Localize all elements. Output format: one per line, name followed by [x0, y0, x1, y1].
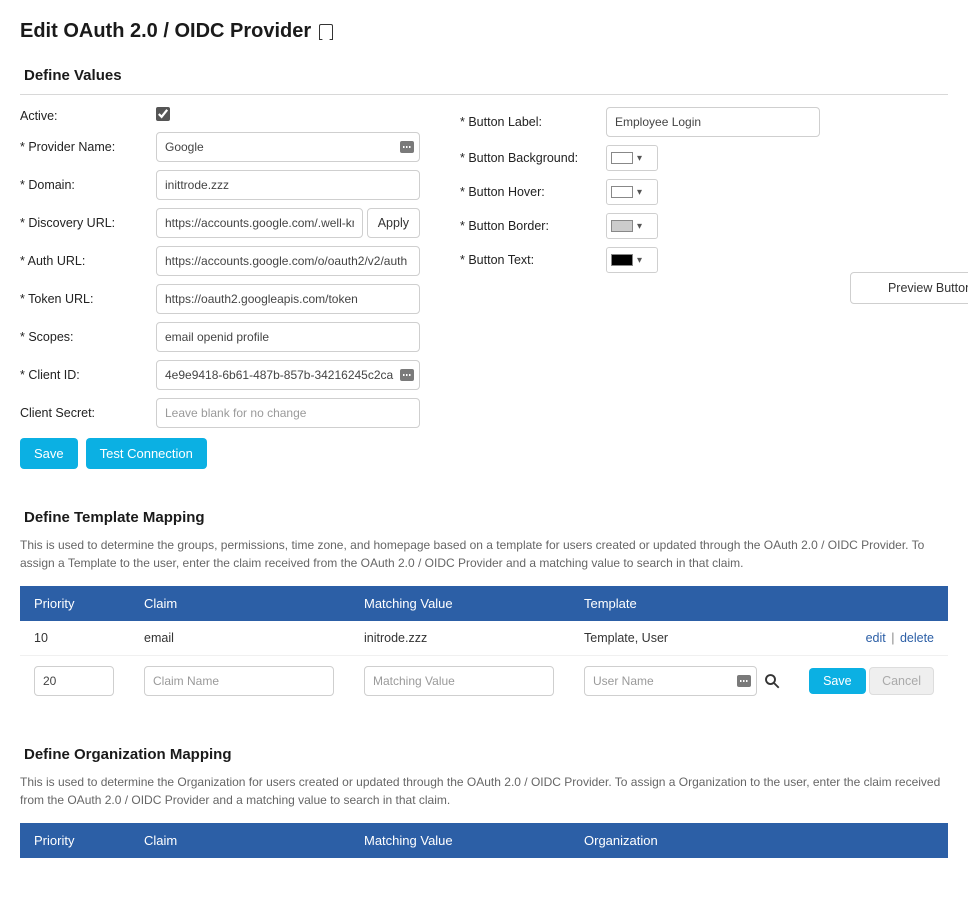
auth-url-label: * Auth URL:: [20, 254, 156, 268]
active-label: Active:: [20, 109, 156, 123]
define-values-section: Define Values Active: * Provider Name: *…: [20, 67, 948, 469]
client-id-input[interactable]: [156, 360, 420, 390]
new-priority-input[interactable]: [34, 666, 114, 696]
preview-button[interactable]: Preview Button: [850, 272, 968, 304]
row-cancel-button[interactable]: Cancel: [869, 667, 934, 695]
new-claim-input[interactable]: [144, 666, 334, 696]
keyboard-icon: [400, 141, 414, 153]
button-background-select[interactable]: ▾: [606, 145, 658, 171]
scopes-label: * Scopes:: [20, 330, 156, 344]
button-background-label: * Button Background:: [460, 151, 606, 165]
button-border-select[interactable]: ▾: [606, 213, 658, 239]
template-mapping-table: Priority Claim Matching Value Template 1…: [20, 586, 948, 706]
chevron-down-icon: ▾: [637, 153, 642, 164]
provider-name-label: * Provider Name:: [20, 140, 156, 154]
row-save-button[interactable]: Save: [809, 668, 866, 694]
color-swatch-icon: [611, 220, 633, 232]
delete-link[interactable]: delete: [900, 631, 934, 645]
discovery-url-input[interactable]: [156, 208, 363, 238]
th-matching-value: Matching Value: [350, 586, 570, 621]
token-url-input[interactable]: [156, 284, 420, 314]
template-mapping-section: Define Template Mapping This is used to …: [20, 509, 948, 706]
new-template-input[interactable]: [584, 666, 757, 696]
th-template: Template: [570, 586, 795, 621]
cell-matching-value: initrode.zzz: [350, 621, 570, 656]
button-text-select[interactable]: ▾: [606, 247, 658, 273]
cell-claim: email: [130, 621, 350, 656]
scopes-input[interactable]: [156, 322, 420, 352]
th-org-organization: Organization: [570, 823, 828, 858]
button-hover-label: * Button Hover:: [460, 185, 606, 199]
discovery-url-label: * Discovery URL:: [20, 216, 156, 230]
button-label-label: * Button Label:: [460, 115, 606, 129]
th-org-priority: Priority: [20, 823, 130, 858]
keyboard-icon: [737, 675, 751, 687]
cell-template: Template, User: [570, 621, 795, 656]
chevron-down-icon: ▾: [637, 221, 642, 232]
th-priority: Priority: [20, 586, 130, 621]
domain-input[interactable]: [156, 170, 420, 200]
active-checkbox[interactable]: [156, 107, 170, 121]
button-border-label: * Button Border:: [460, 219, 606, 233]
template-mapping-title: Define Template Mapping: [20, 509, 948, 526]
separator: |: [891, 631, 894, 645]
button-label-input[interactable]: [606, 107, 820, 137]
org-mapping-title: Define Organization Mapping: [20, 746, 948, 763]
search-icon[interactable]: [763, 672, 781, 690]
define-values-title: Define Values: [20, 67, 948, 84]
provider-name-input[interactable]: [156, 132, 420, 162]
table-new-row: Save Cancel: [20, 656, 948, 707]
cell-priority: 10: [20, 621, 130, 656]
color-swatch-icon: [611, 152, 633, 164]
apply-button[interactable]: Apply: [367, 208, 420, 238]
client-secret-label: Client Secret:: [20, 406, 156, 420]
page-title-text: Edit OAuth 2.0 / OIDC Provider: [20, 20, 311, 43]
new-matching-value-input[interactable]: [364, 666, 554, 696]
edit-link[interactable]: edit: [866, 631, 886, 645]
th-org-claim: Claim: [130, 823, 350, 858]
client-id-label: * Client ID:: [20, 368, 156, 382]
org-mapping-section: Define Organization Mapping This is used…: [20, 746, 948, 858]
org-mapping-desc: This is used to determine the Organizati…: [20, 773, 948, 809]
th-org-matching-value: Matching Value: [350, 823, 570, 858]
bookmark-icon[interactable]: [319, 24, 333, 40]
table-row: 10 email initrode.zzz Template, User edi…: [20, 621, 948, 656]
button-hover-select[interactable]: ▾: [606, 179, 658, 205]
keyboard-icon: [400, 369, 414, 381]
chevron-down-icon: ▾: [637, 255, 642, 266]
token-url-label: * Token URL:: [20, 292, 156, 306]
domain-label: * Domain:: [20, 178, 156, 192]
th-claim: Claim: [130, 586, 350, 621]
org-mapping-table: Priority Claim Matching Value Organizati…: [20, 823, 948, 858]
color-swatch-icon: [611, 254, 633, 266]
save-button[interactable]: Save: [20, 438, 78, 469]
auth-url-input[interactable]: [156, 246, 420, 276]
page-title: Edit OAuth 2.0 / OIDC Provider: [20, 20, 948, 43]
button-text-label: * Button Text:: [460, 253, 606, 267]
test-connection-button[interactable]: Test Connection: [86, 438, 207, 469]
client-secret-input[interactable]: [156, 398, 420, 428]
color-swatch-icon: [611, 186, 633, 198]
chevron-down-icon: ▾: [637, 187, 642, 198]
template-mapping-desc: This is used to determine the groups, pe…: [20, 536, 948, 572]
